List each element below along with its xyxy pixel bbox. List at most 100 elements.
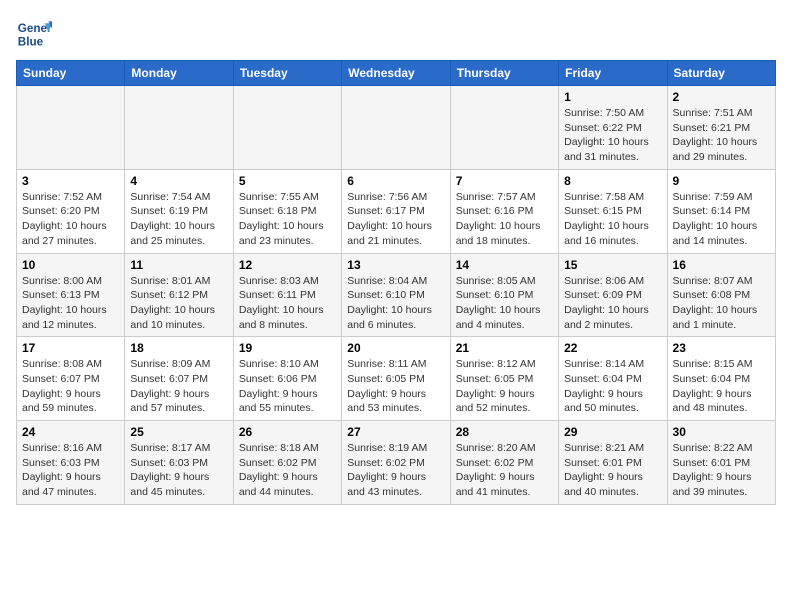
day-number: 27	[347, 425, 444, 439]
day-number: 17	[22, 341, 119, 355]
day-number: 15	[564, 258, 661, 272]
week-row-5: 24Sunrise: 8:16 AM Sunset: 6:03 PM Dayli…	[17, 421, 776, 505]
day-number: 28	[456, 425, 553, 439]
weekday-header-friday: Friday	[559, 61, 667, 86]
day-number: 19	[239, 341, 336, 355]
day-number: 12	[239, 258, 336, 272]
week-row-3: 10Sunrise: 8:00 AM Sunset: 6:13 PM Dayli…	[17, 253, 776, 337]
day-cell: 22 Sunrise: 8:14 AM Sunset: 6:04 PM Dayli…	[559, 337, 667, 421]
day-info: Sunrise: 7:59 AM Sunset: 6:14 PM Dayligh…	[673, 190, 770, 249]
day-cell	[17, 86, 125, 170]
day-number: 5	[239, 174, 336, 188]
calendar-table: SundayMondayTuesdayWednesdayThursdayFrid…	[16, 60, 776, 505]
day-cell: 27 Sunrise: 8:19 AM Sunset: 6:02 PM Dayli…	[342, 421, 450, 505]
day-number: 1	[564, 90, 661, 104]
day-number: 9	[673, 174, 770, 188]
day-cell: 10Sunrise: 8:00 AM Sunset: 6:13 PM Dayli…	[17, 253, 125, 337]
day-cell: 17 Sunrise: 8:08 AM Sunset: 6:07 PM Dayli…	[17, 337, 125, 421]
day-info: Sunrise: 8:19 AM Sunset: 6:02 PM Dayligh…	[347, 441, 444, 500]
day-number: 18	[130, 341, 227, 355]
day-cell: 28 Sunrise: 8:20 AM Sunset: 6:02 PM Dayli…	[450, 421, 558, 505]
day-info: Sunrise: 8:06 AM Sunset: 6:09 PM Dayligh…	[564, 274, 661, 333]
day-number: 21	[456, 341, 553, 355]
day-cell: 2 Sunrise: 7:51 AM Sunset: 6:21 PM Daylig…	[667, 86, 775, 170]
day-info: Sunrise: 8:20 AM Sunset: 6:02 PM Dayligh…	[456, 441, 553, 500]
week-row-4: 17 Sunrise: 8:08 AM Sunset: 6:07 PM Dayli…	[17, 337, 776, 421]
day-cell: 18 Sunrise: 8:09 AM Sunset: 6:07 PM Dayli…	[125, 337, 233, 421]
logo-icon: General Blue	[16, 16, 52, 52]
day-number: 26	[239, 425, 336, 439]
day-info: Sunrise: 8:18 AM Sunset: 6:02 PM Dayligh…	[239, 441, 336, 500]
day-cell	[342, 86, 450, 170]
day-number: 30	[673, 425, 770, 439]
day-info: Sunrise: 7:56 AM Sunset: 6:17 PM Dayligh…	[347, 190, 444, 249]
day-info: Sunrise: 8:05 AM Sunset: 6:10 PM Dayligh…	[456, 274, 553, 333]
weekday-header-saturday: Saturday	[667, 61, 775, 86]
day-number: 8	[564, 174, 661, 188]
day-cell: 12Sunrise: 8:03 AM Sunset: 6:11 PM Dayli…	[233, 253, 341, 337]
day-info: Sunrise: 8:09 AM Sunset: 6:07 PM Dayligh…	[130, 357, 227, 416]
day-info: Sunrise: 8:14 AM Sunset: 6:04 PM Dayligh…	[564, 357, 661, 416]
day-number: 11	[130, 258, 227, 272]
day-info: Sunrise: 7:58 AM Sunset: 6:15 PM Dayligh…	[564, 190, 661, 249]
day-cell: 9 Sunrise: 7:59 AM Sunset: 6:14 PM Daylig…	[667, 169, 775, 253]
day-cell: 14 Sunrise: 8:05 AM Sunset: 6:10 PM Dayli…	[450, 253, 558, 337]
day-cell: 15 Sunrise: 8:06 AM Sunset: 6:09 PM Dayli…	[559, 253, 667, 337]
day-cell: 16Sunrise: 8:07 AM Sunset: 6:08 PM Dayli…	[667, 253, 775, 337]
day-info: Sunrise: 7:50 AM Sunset: 6:22 PM Dayligh…	[564, 106, 661, 165]
logo: General Blue	[16, 16, 52, 52]
day-number: 20	[347, 341, 444, 355]
day-cell: 3Sunrise: 7:52 AM Sunset: 6:20 PM Daylig…	[17, 169, 125, 253]
day-cell: 5 Sunrise: 7:55 AM Sunset: 6:18 PM Daylig…	[233, 169, 341, 253]
day-number: 2	[673, 90, 770, 104]
svg-text:Blue: Blue	[18, 36, 44, 49]
day-number: 16	[673, 258, 770, 272]
day-info: Sunrise: 8:10 AM Sunset: 6:06 PM Dayligh…	[239, 357, 336, 416]
day-info: Sunrise: 8:01 AM Sunset: 6:12 PM Dayligh…	[130, 274, 227, 333]
weekday-header-wednesday: Wednesday	[342, 61, 450, 86]
day-number: 4	[130, 174, 227, 188]
day-cell: 13 Sunrise: 8:04 AM Sunset: 6:10 PM Dayli…	[342, 253, 450, 337]
day-cell: 11 Sunrise: 8:01 AM Sunset: 6:12 PM Dayli…	[125, 253, 233, 337]
day-info: Sunrise: 8:17 AM Sunset: 6:03 PM Dayligh…	[130, 441, 227, 500]
day-cell: 4 Sunrise: 7:54 AM Sunset: 6:19 PM Daylig…	[125, 169, 233, 253]
day-info: Sunrise: 7:54 AM Sunset: 6:19 PM Dayligh…	[130, 190, 227, 249]
weekday-header-row: SundayMondayTuesdayWednesdayThursdayFrid…	[17, 61, 776, 86]
week-row-2: 3Sunrise: 7:52 AM Sunset: 6:20 PM Daylig…	[17, 169, 776, 253]
day-cell: 26 Sunrise: 8:18 AM Sunset: 6:02 PM Dayli…	[233, 421, 341, 505]
weekday-header-tuesday: Tuesday	[233, 61, 341, 86]
day-cell: 25 Sunrise: 8:17 AM Sunset: 6:03 PM Dayli…	[125, 421, 233, 505]
day-cell: 29 Sunrise: 8:21 AM Sunset: 6:01 PM Dayli…	[559, 421, 667, 505]
day-number: 7	[456, 174, 553, 188]
day-info: Sunrise: 8:04 AM Sunset: 6:10 PM Dayligh…	[347, 274, 444, 333]
day-number: 22	[564, 341, 661, 355]
day-info: Sunrise: 8:15 AM Sunset: 6:04 PM Dayligh…	[673, 357, 770, 416]
day-info: Sunrise: 8:00 AM Sunset: 6:13 PM Dayligh…	[22, 274, 119, 333]
weekday-header-thursday: Thursday	[450, 61, 558, 86]
day-number: 13	[347, 258, 444, 272]
day-number: 23	[673, 341, 770, 355]
page-header: General Blue	[16, 16, 776, 52]
day-number: 6	[347, 174, 444, 188]
day-cell: 21 Sunrise: 8:12 AM Sunset: 6:05 PM Dayli…	[450, 337, 558, 421]
day-cell: 8 Sunrise: 7:58 AM Sunset: 6:15 PM Daylig…	[559, 169, 667, 253]
day-cell	[125, 86, 233, 170]
day-cell: 24Sunrise: 8:16 AM Sunset: 6:03 PM Dayli…	[17, 421, 125, 505]
day-info: Sunrise: 8:12 AM Sunset: 6:05 PM Dayligh…	[456, 357, 553, 416]
day-cell: 1 Sunrise: 7:50 AM Sunset: 6:22 PM Daylig…	[559, 86, 667, 170]
day-info: Sunrise: 7:51 AM Sunset: 6:21 PM Dayligh…	[673, 106, 770, 165]
day-number: 29	[564, 425, 661, 439]
day-info: Sunrise: 7:55 AM Sunset: 6:18 PM Dayligh…	[239, 190, 336, 249]
day-number: 25	[130, 425, 227, 439]
day-cell: 23 Sunrise: 8:15 AM Sunset: 6:04 PM Dayli…	[667, 337, 775, 421]
day-info: Sunrise: 8:22 AM Sunset: 6:01 PM Dayligh…	[673, 441, 770, 500]
day-cell	[450, 86, 558, 170]
day-info: Sunrise: 8:21 AM Sunset: 6:01 PM Dayligh…	[564, 441, 661, 500]
day-cell: 7Sunrise: 7:57 AM Sunset: 6:16 PM Daylig…	[450, 169, 558, 253]
day-number: 14	[456, 258, 553, 272]
day-cell: 30 Sunrise: 8:22 AM Sunset: 6:01 PM Dayli…	[667, 421, 775, 505]
weekday-header-sunday: Sunday	[17, 61, 125, 86]
day-cell	[233, 86, 341, 170]
weekday-header-monday: Monday	[125, 61, 233, 86]
day-info: Sunrise: 8:08 AM Sunset: 6:07 PM Dayligh…	[22, 357, 119, 416]
